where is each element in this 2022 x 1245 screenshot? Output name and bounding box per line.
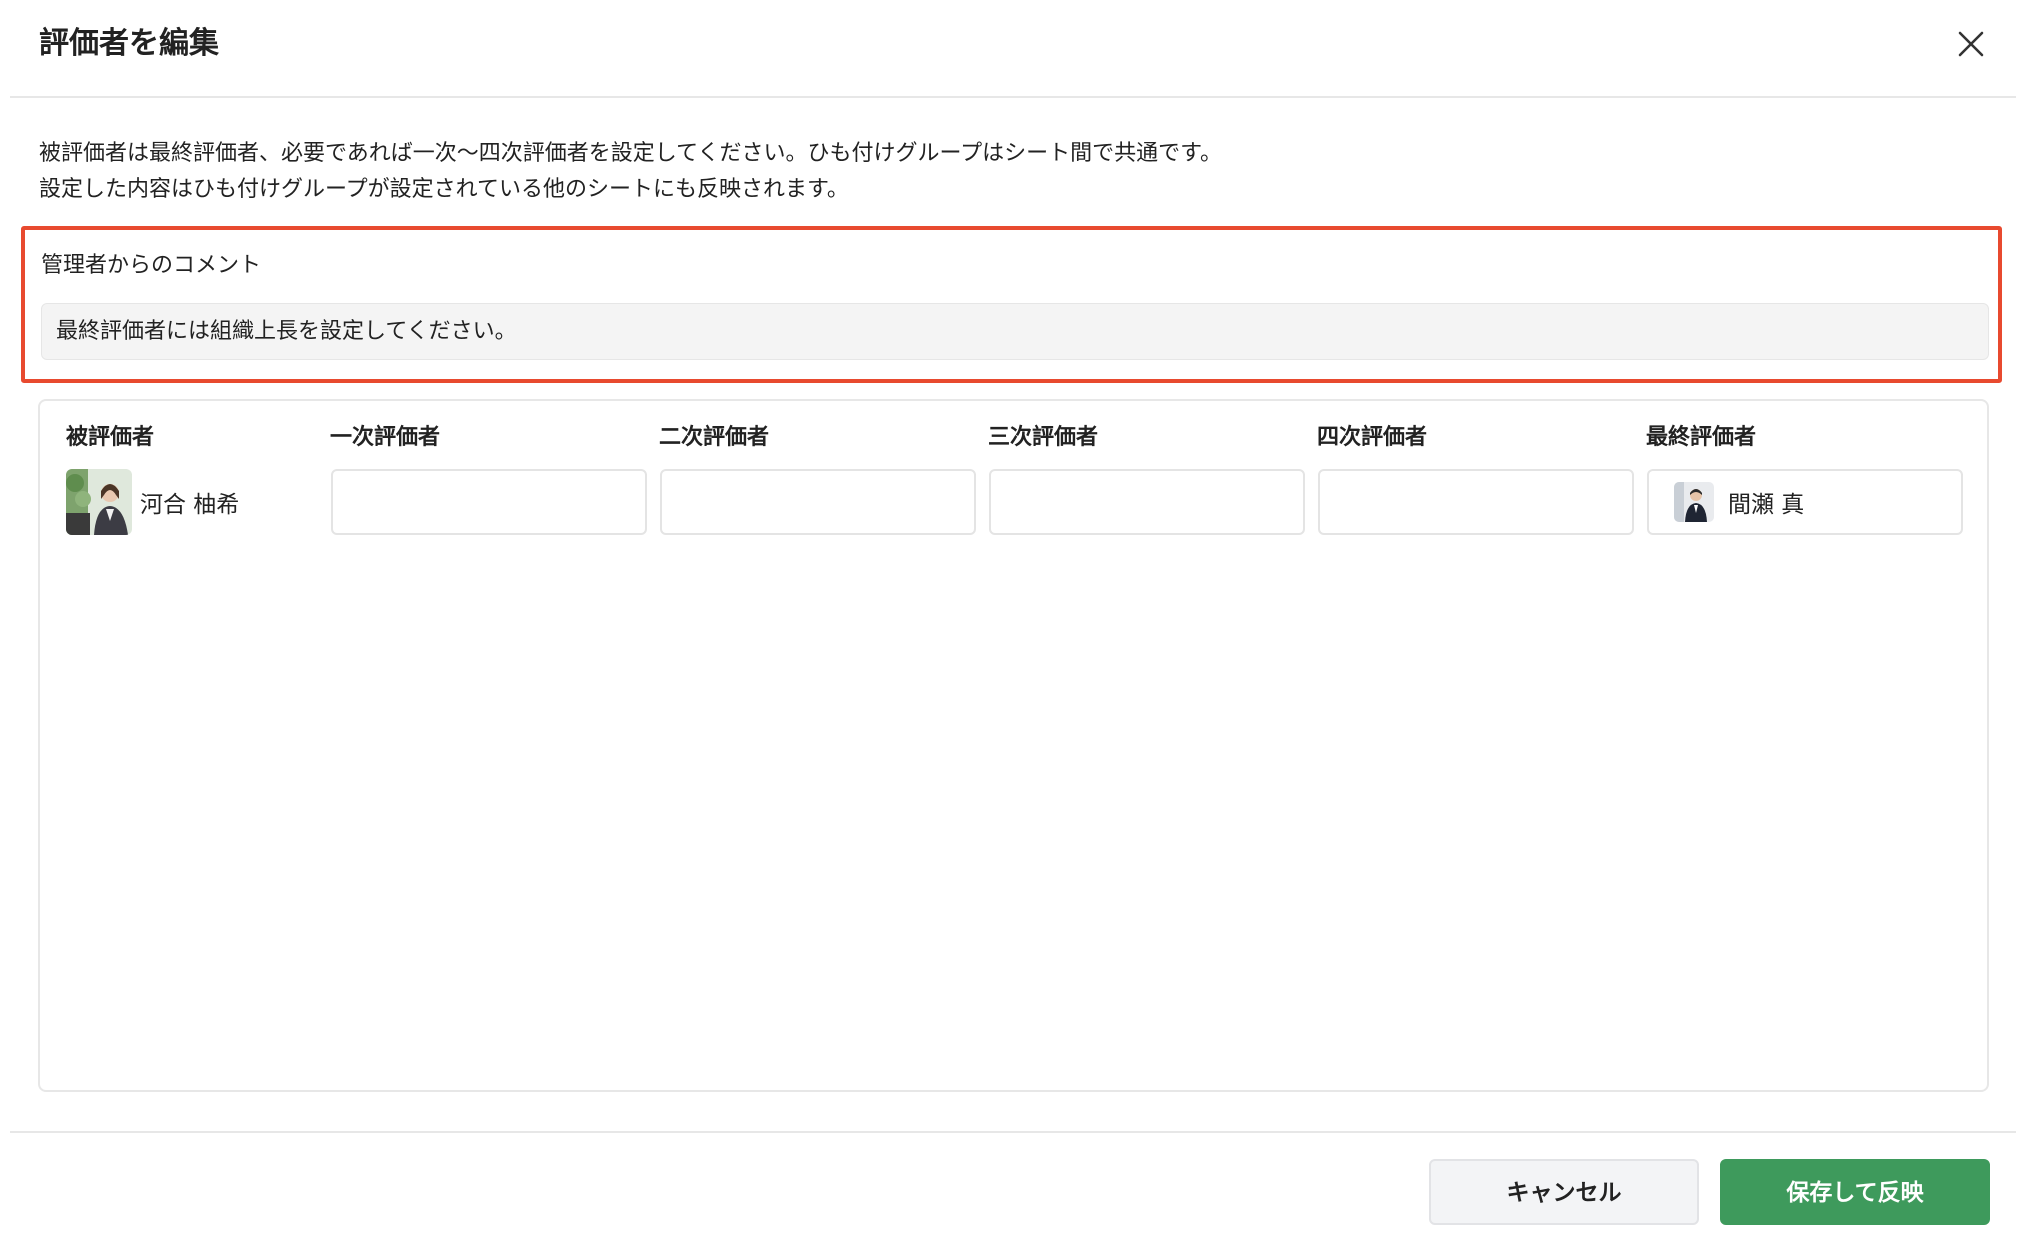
close-button[interactable]: [1953, 26, 1989, 62]
final-evaluator-name: 間瀬 真: [1728, 492, 1805, 518]
save-and-apply-button[interactable]: 保存して反映: [1720, 1159, 1990, 1225]
cancel-button[interactable]: キャンセル: [1429, 1159, 1699, 1225]
dialog-header: 評価者を編集: [0, 0, 2022, 97]
user-avatar-icon: [1674, 482, 1714, 522]
footer-divider: [10, 1131, 2016, 1133]
fourth-evaluator-input[interactable]: [1318, 469, 1634, 535]
admin-comment-label: 管理者からのコメント: [41, 253, 262, 278]
description-line-1: 被評価者は最終評価者、必要であれば一次〜四次評価者を設定してください。ひも付けグ…: [39, 141, 1222, 166]
edit-evaluators-dialog: 評価者を編集 被評価者は最終評価者、必要であれば一次〜四次評価者を設定してくださ…: [0, 0, 2022, 1245]
admin-comment-text: 最終評価者には組織上長を設定してください。: [41, 303, 1989, 360]
final-evaluator-avatar: [1674, 482, 1714, 522]
user-avatar-icon: [66, 469, 132, 535]
header-divider: [10, 96, 2016, 98]
header-evaluatee: 被評価者: [66, 425, 155, 450]
evaluatee-name: 河合 柚希: [140, 492, 240, 518]
close-icon: [1958, 31, 1984, 57]
evaluatee-avatar: [66, 469, 132, 535]
evaluatee: 河合 柚希: [66, 469, 239, 535]
description: 被評価者は最終評価者、必要であれば一次〜四次評価者を設定してください。ひも付けグ…: [39, 136, 1979, 208]
header-fourth-evaluator: 四次評価者: [1317, 425, 1428, 450]
header-third-evaluator: 三次評価者: [988, 425, 1099, 450]
header-final-evaluator: 最終評価者: [1646, 425, 1757, 450]
final-evaluator-input[interactable]: 間瀬 真: [1647, 469, 1963, 535]
first-evaluator-input[interactable]: [331, 469, 647, 535]
third-evaluator-input[interactable]: [989, 469, 1305, 535]
evaluators-panel: 被評価者 一次評価者 二次評価者 三次評価者 四次評価者 最終評価者 河合 柚希…: [38, 399, 1989, 1092]
header-first-evaluator: 一次評価者: [330, 425, 441, 450]
dialog-title: 評価者を編集: [39, 26, 219, 61]
admin-comment-section: 管理者からのコメント 最終評価者には組織上長を設定してください。: [21, 226, 2002, 383]
second-evaluator-input[interactable]: [660, 469, 976, 535]
description-line-2: 設定した内容はひも付けグループが設定されている他のシートにも反映されます。: [39, 177, 849, 202]
header-second-evaluator: 二次評価者: [659, 425, 770, 450]
